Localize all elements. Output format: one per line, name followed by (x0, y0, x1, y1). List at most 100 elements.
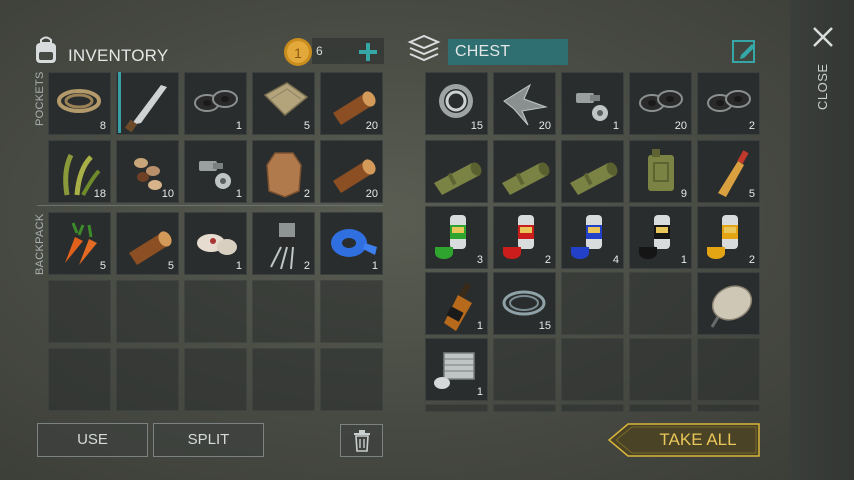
item-count: 5 (303, 120, 310, 132)
item-slot[interactable]: 5 (697, 140, 760, 203)
item-slot[interactable]: 2 (252, 212, 315, 275)
item-slot[interactable]: 2 (252, 140, 315, 203)
item-slot[interactable]: 15 (425, 72, 488, 135)
item-slot[interactable]: 20 (493, 72, 556, 135)
pipe-icon (570, 162, 618, 195)
empty-slot[interactable] (561, 338, 624, 401)
item-slot[interactable] (493, 140, 556, 203)
pockets-label: POCKETS (34, 71, 46, 126)
item-count: 5 (748, 188, 755, 200)
item-count: 18 (93, 188, 106, 200)
item-slot[interactable]: 1 (184, 72, 247, 135)
empty-slot[interactable] (561, 404, 624, 412)
item-slot[interactable]: 1 (425, 272, 488, 335)
item-slot[interactable]: 20 (320, 72, 383, 135)
item-slot[interactable] (425, 140, 488, 203)
empty-slot[interactable] (184, 348, 247, 411)
item-count: 3 (476, 254, 483, 266)
item-slot[interactable]: 15 (493, 272, 556, 335)
item-count: 9 (680, 188, 687, 200)
empty-slot[interactable] (184, 280, 247, 343)
item-count: 15 (470, 120, 483, 132)
item-slot[interactable]: 1 (184, 140, 247, 203)
item-slot[interactable]: 5 (116, 212, 179, 275)
item-slot[interactable]: 5 (252, 72, 315, 135)
item-slot[interactable]: 3 (425, 206, 488, 269)
item-count: 15 (538, 320, 551, 332)
item-slot[interactable]: 20 (629, 72, 692, 135)
chest-stack-icon (407, 34, 441, 62)
take-all-label: TAKE ALL (659, 430, 737, 449)
item-slot[interactable]: 1 (425, 338, 488, 401)
item-count: 1 (235, 260, 242, 272)
item-slot[interactable]: 2 (697, 72, 760, 135)
empty-slot[interactable] (320, 280, 383, 343)
empty-slot[interactable] (48, 348, 111, 411)
item-count: 1 (235, 188, 242, 200)
close-icon[interactable] (811, 25, 835, 49)
item-slot[interactable]: 8 (48, 72, 111, 135)
item-slot[interactable] (561, 140, 624, 203)
item-slot[interactable]: 18 (48, 140, 111, 203)
inventory-title: INVENTORY (68, 46, 169, 65)
empty-slot[interactable] (493, 404, 556, 412)
item-count: 20 (538, 120, 551, 132)
empty-slot[interactable] (116, 348, 179, 411)
use-button[interactable]: USE (37, 423, 148, 457)
trash-icon (354, 430, 370, 452)
take-all-button[interactable]: TAKE ALL (608, 423, 760, 457)
item-slot[interactable]: 9 (629, 140, 692, 203)
item-count: 10 (161, 188, 174, 200)
empty-slot[interactable] (252, 348, 315, 411)
empty-slot[interactable] (629, 338, 692, 401)
item-count: 2 (303, 188, 310, 200)
item-count: 5 (99, 260, 106, 272)
rename-icon[interactable] (732, 38, 758, 64)
coin-icon: 1 (284, 38, 312, 66)
split-button[interactable]: SPLIT (153, 423, 264, 457)
empty-slot[interactable] (425, 404, 488, 412)
item-count: 1 (612, 120, 619, 132)
item-count: 20 (674, 120, 687, 132)
item-slot[interactable]: 1 (629, 206, 692, 269)
empty-slot[interactable] (320, 348, 383, 411)
section-divider (37, 205, 383, 206)
item-slot[interactable]: 10 (116, 140, 179, 203)
item-slot[interactable]: 5 (48, 212, 111, 275)
item-slot[interactable] (116, 72, 179, 135)
item-slot[interactable]: 2 (493, 206, 556, 269)
pipe-icon (502, 162, 550, 195)
empty-slot[interactable] (252, 280, 315, 343)
item-slot[interactable]: 20 (320, 140, 383, 203)
item-slot[interactable] (697, 272, 760, 335)
selected-slot-indicator (118, 72, 121, 133)
empty-slot[interactable] (629, 404, 692, 412)
trash-button[interactable] (340, 424, 383, 457)
item-count: 2 (303, 260, 310, 272)
item-slot[interactable]: 1 (561, 72, 624, 135)
svg-text:1: 1 (294, 45, 302, 61)
item-count: 1 (476, 386, 483, 398)
empty-slot[interactable] (493, 338, 556, 401)
coin-count: 6 (316, 44, 323, 58)
empty-slot[interactable] (629, 272, 692, 335)
empty-slot[interactable] (697, 404, 760, 412)
item-count: 2 (748, 120, 755, 132)
item-slot[interactable]: 2 (697, 206, 760, 269)
item-slot[interactable]: 4 (561, 206, 624, 269)
chest-title: CHEST (455, 43, 511, 60)
item-count: 1 (235, 120, 242, 132)
backpack-icon (36, 36, 56, 63)
item-slot[interactable]: 1 (320, 212, 383, 275)
item-slot[interactable]: 1 (184, 212, 247, 275)
empty-slot[interactable] (116, 280, 179, 343)
add-coins-icon[interactable] (358, 42, 378, 62)
empty-slot[interactable] (697, 338, 760, 401)
empty-slot[interactable] (48, 280, 111, 343)
empty-slot[interactable] (561, 272, 624, 335)
item-count: 5 (167, 260, 174, 272)
machete-icon (124, 85, 167, 133)
item-count: 1 (680, 254, 687, 266)
item-count: 20 (365, 188, 378, 200)
close-label[interactable]: CLOSE (815, 63, 830, 110)
